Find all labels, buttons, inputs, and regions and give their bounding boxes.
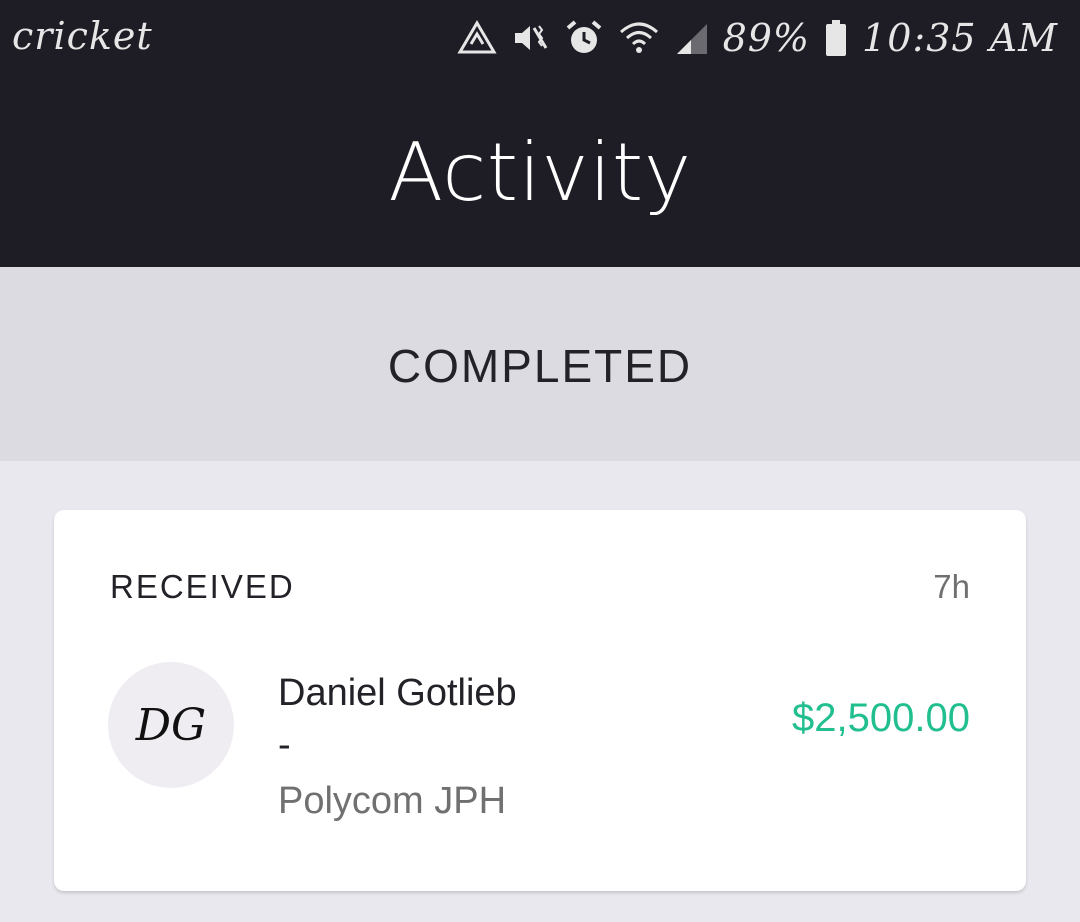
status-icons: 89% 10:35 AM	[443, 12, 1058, 64]
signal-icon	[675, 20, 709, 56]
recycle-triangle-icon	[456, 20, 497, 56]
transaction-type-label: RECEIVED	[110, 568, 295, 605]
section-title: COMPLETED	[387, 340, 693, 392]
transaction-memo: Polycom JPH	[278, 780, 507, 822]
alarm-icon	[565, 19, 603, 57]
payer-name: Daniel Gotlieb	[278, 672, 517, 714]
battery-percent: 89%	[722, 16, 811, 60]
transaction-time: 7h	[933, 568, 970, 605]
section-header: COMPLETED	[0, 267, 1080, 461]
status-bar: cricket 89% 10:35 AM	[0, 0, 1080, 78]
status-time: 10:35 AM	[862, 16, 1058, 60]
transaction-amount: $2,500.00	[792, 696, 970, 740]
wifi-icon	[617, 20, 661, 56]
page-title: Activity	[388, 126, 692, 219]
avatar: DG	[108, 662, 234, 788]
vibrate-mute-icon	[511, 20, 551, 56]
carrier-name: cricket	[12, 14, 153, 58]
transaction-card[interactable]: RECEIVED 7h DG Daniel Gotlieb - Polycom …	[54, 510, 1026, 891]
app-header: Activity	[0, 78, 1080, 267]
battery-icon	[824, 19, 848, 57]
avatar-initials: DG	[135, 699, 207, 751]
payer-separator: -	[278, 724, 291, 766]
